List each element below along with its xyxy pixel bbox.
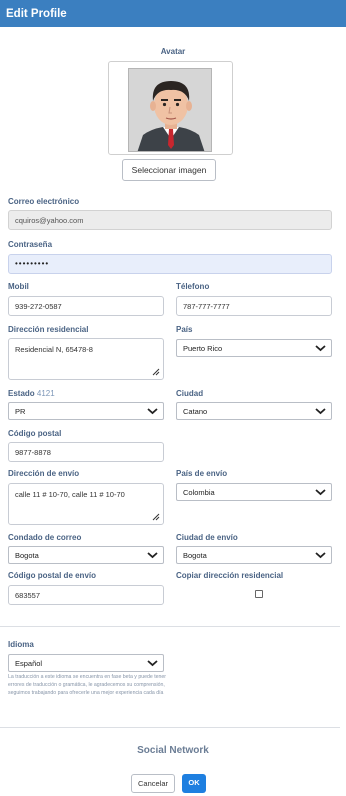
language-label: Idioma (8, 640, 34, 649)
city-label: Ciudad (176, 389, 204, 398)
phone-field[interactable]: 787-777-7777 (176, 296, 332, 316)
copy-address-label: Copiar dirección residencial (176, 571, 284, 580)
mail-county-select[interactable]: Bogota (8, 546, 164, 564)
mobile-label: Mobil (8, 282, 29, 291)
password-field[interactable]: ••••••••• (8, 254, 332, 274)
shipping-address-label: Dirección de envío (8, 469, 80, 478)
country-value: Puerto Rico (183, 344, 223, 353)
copy-address-checkbox[interactable] (255, 590, 263, 598)
shipping-country-label: País de envío (176, 469, 228, 478)
state-label: Estado 4121 (8, 389, 55, 398)
residential-address-value: Residencial N, 65478-8 (15, 345, 93, 354)
chevron-down-icon (315, 345, 326, 352)
shipping-city-select[interactable]: Bogota (176, 546, 332, 564)
avatar-frame (108, 61, 233, 155)
postal-code-field[interactable]: 9877-8878 (8, 442, 164, 462)
avatar-illustration (129, 69, 211, 151)
residential-address-label: Dirección residencial (8, 325, 89, 334)
state-count: 4121 (36, 389, 55, 398)
avatar-image (128, 68, 212, 152)
state-select[interactable]: PR (8, 402, 164, 420)
chevron-down-icon (315, 408, 326, 415)
city-select[interactable]: Catano (176, 402, 332, 420)
chevron-down-icon (147, 660, 158, 667)
language-value: Español (15, 659, 43, 668)
country-select[interactable]: Puerto Rico (176, 339, 332, 357)
chevron-down-icon (147, 408, 158, 415)
postal-code-label: Código postal (8, 429, 62, 438)
mobile-field[interactable]: 939-272-0587 (8, 296, 164, 316)
modal-title: Edit Profile (6, 8, 67, 20)
social-network-heading: Social Network (137, 745, 209, 756)
residential-address-textarea[interactable]: Residencial N, 65478-8 (8, 338, 164, 380)
avatar-label: Avatar (160, 47, 186, 56)
modal-header: Edit Profile (0, 0, 346, 27)
cancel-button[interactable]: Cancelar (131, 774, 175, 793)
shipping-postal-code-field[interactable]: 683557 (8, 585, 164, 605)
email-label: Correo electrónico (8, 197, 80, 206)
resize-grip-icon[interactable] (152, 368, 160, 376)
shipping-country-value: Colombia (183, 488, 215, 497)
chevron-down-icon (147, 552, 158, 559)
country-label: País (176, 325, 193, 334)
mail-county-label: Condado de correo (8, 533, 82, 542)
divider (0, 626, 340, 627)
mail-county-value: Bogota (15, 551, 39, 560)
shipping-address-value: calle 11 # 10-70, calle 11 # 10-70 (15, 490, 125, 499)
shipping-city-value: Bogota (183, 551, 207, 560)
chevron-down-icon (315, 489, 326, 496)
divider (0, 727, 340, 728)
resize-grip-icon[interactable] (152, 513, 160, 521)
ok-button[interactable]: OK (182, 774, 206, 793)
state-value: PR (15, 407, 26, 416)
shipping-city-label: Ciudad de envío (176, 533, 238, 542)
shipping-country-select[interactable]: Colombia (176, 483, 332, 501)
password-label: Contraseña (8, 240, 53, 249)
select-image-button[interactable]: Seleccionar imagen (122, 159, 216, 181)
shipping-postal-code-label: Código postal de envío (8, 571, 97, 580)
language-select[interactable]: Español (8, 654, 164, 672)
shipping-address-textarea[interactable]: calle 11 # 10-70, calle 11 # 10-70 (8, 483, 164, 525)
language-beta-note: La traducción a este idioma se encuentra… (8, 674, 167, 696)
phone-label: Télefono (176, 282, 210, 291)
chevron-down-icon (315, 552, 326, 559)
email-field[interactable]: cquiros@yahoo.com (8, 210, 332, 230)
city-value: Catano (183, 407, 208, 416)
